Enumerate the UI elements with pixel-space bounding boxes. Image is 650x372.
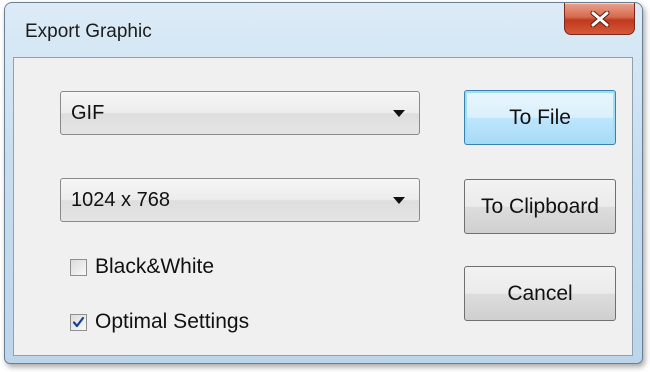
close-button[interactable]	[564, 3, 635, 35]
cancel-button[interactable]: Cancel	[464, 266, 616, 321]
size-dropdown-value: 1024 x 768	[71, 189, 170, 211]
format-dropdown[interactable]: GIF	[60, 91, 420, 135]
dialog-body: GIF 1024 x 768 Black&White Optimal Setti…	[13, 57, 633, 356]
chevron-down-icon	[393, 197, 405, 204]
checkmark-icon	[72, 316, 85, 328]
export-graphic-dialog: Export Graphic GIF 1024 x 768 Black&Whit…	[4, 2, 643, 364]
optimal-settings-checkbox[interactable]	[70, 314, 87, 331]
size-dropdown[interactable]: 1024 x 768	[60, 178, 420, 222]
title-bar[interactable]: Export Graphic	[5, 3, 642, 57]
to-clipboard-button[interactable]: To Clipboard	[464, 179, 616, 234]
close-icon	[590, 11, 610, 27]
chevron-down-icon	[393, 110, 405, 117]
window-title: Export Graphic	[25, 21, 152, 42]
to-file-button[interactable]: To File	[464, 90, 616, 145]
optimal-settings-label: Optimal Settings	[95, 310, 250, 333]
format-dropdown-value: GIF	[71, 102, 105, 124]
black-white-checkbox[interactable]	[70, 259, 87, 276]
black-white-label: Black&White	[95, 255, 215, 278]
